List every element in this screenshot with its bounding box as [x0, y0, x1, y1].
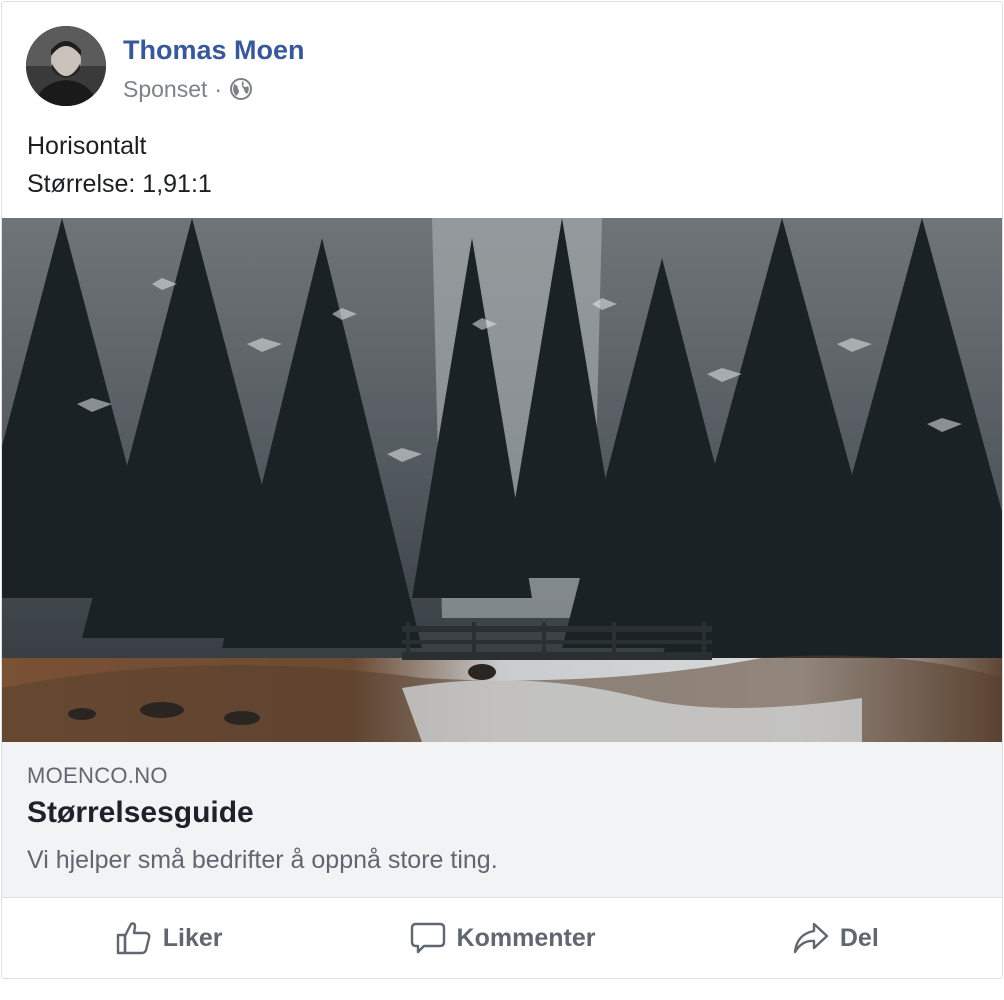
link-title[interactable]: Størrelsesguide	[27, 796, 254, 830]
post-text-line: Størrelse: 1,91:1	[27, 170, 212, 198]
link-preview[interactable]: MOENCO.NO Størrelsesguide Vi hjelper små…	[2, 742, 1002, 898]
like-button[interactable]: Liker	[2, 898, 335, 978]
like-label: Liker	[162, 923, 223, 952]
sponsored-post: Thomas Moen Sponset · Horisontalt Større…	[1, 1, 1003, 979]
author-name[interactable]: Thomas Moen	[123, 33, 305, 67]
share-button[interactable]: Del	[669, 898, 1002, 978]
comment-icon	[409, 919, 447, 957]
forest-photo[interactable]	[2, 218, 1002, 742]
post-header: Thomas Moen Sponset ·	[2, 2, 1002, 122]
share-arrow-icon	[792, 919, 830, 957]
link-domain: MOENCO.NO	[27, 763, 168, 788]
post-text-line: Horisontalt	[27, 132, 147, 160]
post-meta: Sponset ·	[123, 74, 253, 104]
comment-label: Kommenter	[456, 923, 596, 952]
action-bar: Liker Kommenter Del	[2, 898, 1002, 978]
globe-icon[interactable]	[229, 77, 253, 101]
comment-button[interactable]: Kommenter	[335, 898, 668, 978]
meta-separator: ·	[214, 75, 223, 102]
sponsored-label[interactable]: Sponset	[123, 76, 207, 103]
post-text: Horisontalt Størrelse: 1,91:1	[27, 127, 212, 203]
share-label: Del	[839, 923, 879, 952]
link-description: Vi hjelper små bedrifter å oppnå store t…	[27, 846, 498, 874]
thumbs-up-icon	[115, 919, 153, 957]
avatar[interactable]	[26, 26, 106, 106]
